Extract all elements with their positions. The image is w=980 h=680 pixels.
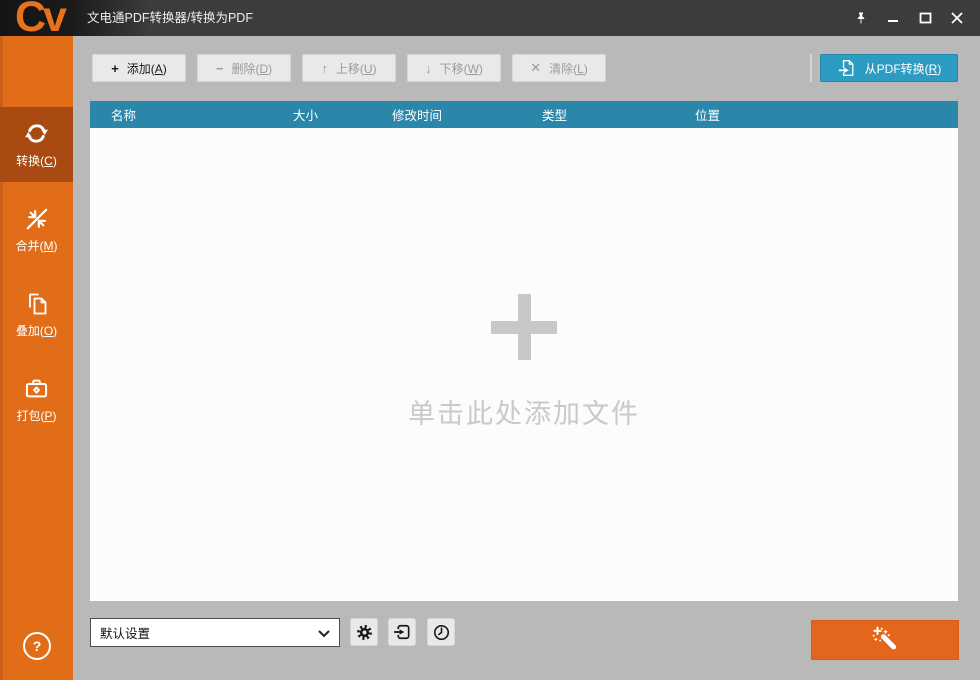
clear-x-icon: ✕ — [530, 60, 541, 76]
column-header-modified[interactable]: 修改时间 — [371, 105, 521, 124]
move-up-button-label: 上移(U) — [336, 60, 377, 77]
column-header-location[interactable]: 位置 — [674, 105, 958, 124]
empty-state-message: 单击此处添加文件 — [408, 392, 640, 431]
move-up-button[interactable]: ↑ 上移(U) — [302, 54, 396, 82]
file-table-header: 名称 大小 修改时间 类型 位置 — [90, 101, 958, 128]
import-arrow-box-icon — [392, 622, 412, 642]
main-panel: + 添加(A) − 删除(D) ↑ 上移(U) ↓ 下移(W) ✕ 清除(L) — [73, 36, 980, 680]
start-convert-button[interactable] — [811, 620, 959, 660]
sidebar-item-package[interactable]: 打包(P) — [0, 362, 73, 437]
file-drop-zone[interactable]: 单击此处添加文件 — [90, 128, 958, 601]
maximize-icon — [919, 12, 932, 24]
titlebar: Cv 文电通PDF转换器/转换为PDF — [0, 0, 980, 36]
gear-icon — [355, 623, 374, 642]
toolbar-separator — [810, 54, 812, 82]
app-window: Cv 文电通PDF转换器/转换为PDF — [0, 0, 980, 680]
sidebar-item-label: 合并(M) — [16, 237, 58, 254]
sidebar-item-label: 叠加(O) — [16, 322, 57, 339]
chevron-down-icon — [318, 630, 330, 638]
import-profile-button[interactable] — [388, 618, 416, 646]
app-logo-text: Cv — [15, 0, 64, 36]
convert-from-pdf-label: 从PDF转换(R) — [865, 60, 942, 77]
sidebar-item-label: 转换(C) — [16, 152, 57, 169]
minimize-button[interactable] — [880, 5, 906, 31]
sidebar-item-convert[interactable]: 转换(C) — [0, 107, 73, 182]
add-button-label: 添加(A) — [127, 60, 167, 77]
convert-from-pdf-button[interactable]: 从PDF转换(R) — [820, 54, 958, 82]
minus-icon: − — [216, 61, 224, 76]
close-button[interactable] — [944, 5, 970, 31]
window-title: 文电通PDF转换器/转换为PDF — [87, 0, 253, 36]
document-arrow-icon — [837, 58, 857, 78]
arrow-down-icon: ↓ — [425, 61, 432, 76]
sidebar-item-merge[interactable]: 合并(M) — [0, 192, 73, 267]
delete-button-label: 删除(D) — [231, 60, 272, 77]
profile-select-value: 默认设置 — [100, 623, 150, 642]
overlay-icon — [24, 291, 50, 317]
column-header-size[interactable]: 大小 — [272, 105, 371, 124]
plus-icon: + — [111, 61, 119, 76]
add-button[interactable]: + 添加(A) — [92, 54, 186, 82]
pin-button[interactable] — [848, 5, 874, 31]
clock-icon — [432, 623, 451, 642]
sidebar-item-overlay[interactable]: 叠加(O) — [0, 277, 73, 352]
close-icon — [951, 12, 963, 24]
app-logo: Cv — [0, 0, 80, 36]
add-files-plus-icon — [491, 294, 557, 360]
toolbar: + 添加(A) − 删除(D) ↑ 上移(U) ↓ 下移(W) ✕ 清除(L) — [92, 54, 606, 82]
help-question-icon: ? — [33, 638, 42, 654]
help-button[interactable]: ? — [23, 632, 51, 660]
magic-wand-icon — [871, 626, 899, 654]
history-button[interactable] — [427, 618, 455, 646]
minimize-icon — [887, 12, 899, 24]
profile-select[interactable]: 默认设置 — [90, 618, 340, 647]
maximize-button[interactable] — [912, 5, 938, 31]
convert-refresh-icon — [23, 120, 50, 147]
clear-button-label: 清除(L) — [549, 60, 588, 77]
clear-button[interactable]: ✕ 清除(L) — [512, 54, 606, 82]
column-header-name[interactable]: 名称 — [90, 105, 272, 124]
move-down-button-label: 下移(W) — [440, 60, 483, 77]
sidebar: 转换(C) 合并(M) 叠加(O) — [0, 36, 73, 680]
move-down-button[interactable]: ↓ 下移(W) — [407, 54, 501, 82]
merge-icon — [24, 206, 50, 232]
pin-icon — [854, 10, 868, 26]
package-icon — [23, 375, 50, 402]
sidebar-item-label: 打包(P) — [16, 407, 56, 424]
column-header-type[interactable]: 类型 — [521, 105, 674, 124]
settings-button[interactable] — [350, 618, 378, 646]
delete-button[interactable]: − 删除(D) — [197, 54, 291, 82]
arrow-up-icon: ↑ — [321, 61, 328, 76]
